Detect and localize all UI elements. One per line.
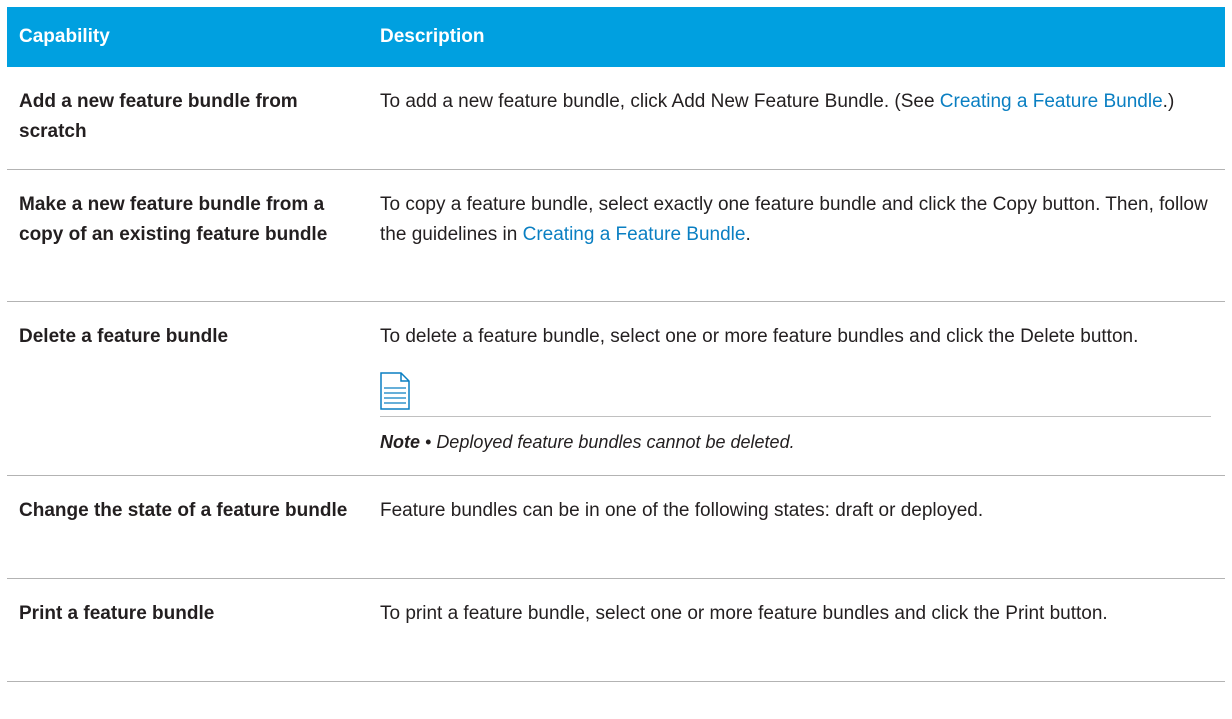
capability-cell: Delete a feature bundle [19,326,229,347]
column-header-capability: Capability [19,26,110,47]
description-cell: To print a feature bundle, select one or… [380,603,1108,624]
note-divider [380,416,1211,417]
note-body: Deployed feature bundles cannot be delet… [436,432,795,452]
creating-feature-bundle-link[interactable]: Creating a Feature Bundle [523,224,746,245]
capability-cell: Add a new feature bundle from scratch [19,91,298,142]
description-text: .) [1162,91,1175,112]
description-cell: Feature bundles can be in one of the fol… [380,500,984,521]
description-cell: To add a new feature bundle, click Add N… [380,67,1225,169]
table-row: Delete a feature bundle To delete a feat… [7,302,1225,476]
note-block: Note • Deployed feature bundles cannot b… [380,372,1211,457]
table-row: Change the state of a feature bundle Fea… [7,476,1225,579]
description-text: To delete a feature bundle, select one o… [380,326,1139,347]
description-text: . [745,224,751,245]
creating-feature-bundle-link[interactable]: Creating a Feature Bundle [940,91,1163,112]
note-text: Note • Deployed feature bundles cannot b… [380,427,1211,457]
table-row: Print a feature bundle To print a featur… [7,579,1225,682]
capability-cell: Change the state of a feature bundle [19,500,348,521]
description-text: To add a new feature bundle, click Add N… [380,91,940,112]
table-row: Make a new feature bundle from a copy of… [7,170,1225,302]
description-cell: To delete a feature bundle, select one o… [380,302,1225,475]
column-header-description: Description [380,26,485,47]
table-header: Capability Description [7,7,1225,67]
capability-cell: Make a new feature bundle from a copy of… [19,194,328,245]
table-row: Add a new feature bundle from scratch To… [7,67,1225,170]
description-text: To copy a feature bundle, select exactly… [380,194,1208,245]
note-separator: • [420,432,437,452]
capability-table: Capability Description Add a new feature… [7,7,1225,682]
capability-cell: Print a feature bundle [19,603,215,624]
note-document-icon [380,372,410,410]
description-cell: To copy a feature bundle, select exactly… [380,170,1225,301]
note-label: Note [380,432,420,452]
